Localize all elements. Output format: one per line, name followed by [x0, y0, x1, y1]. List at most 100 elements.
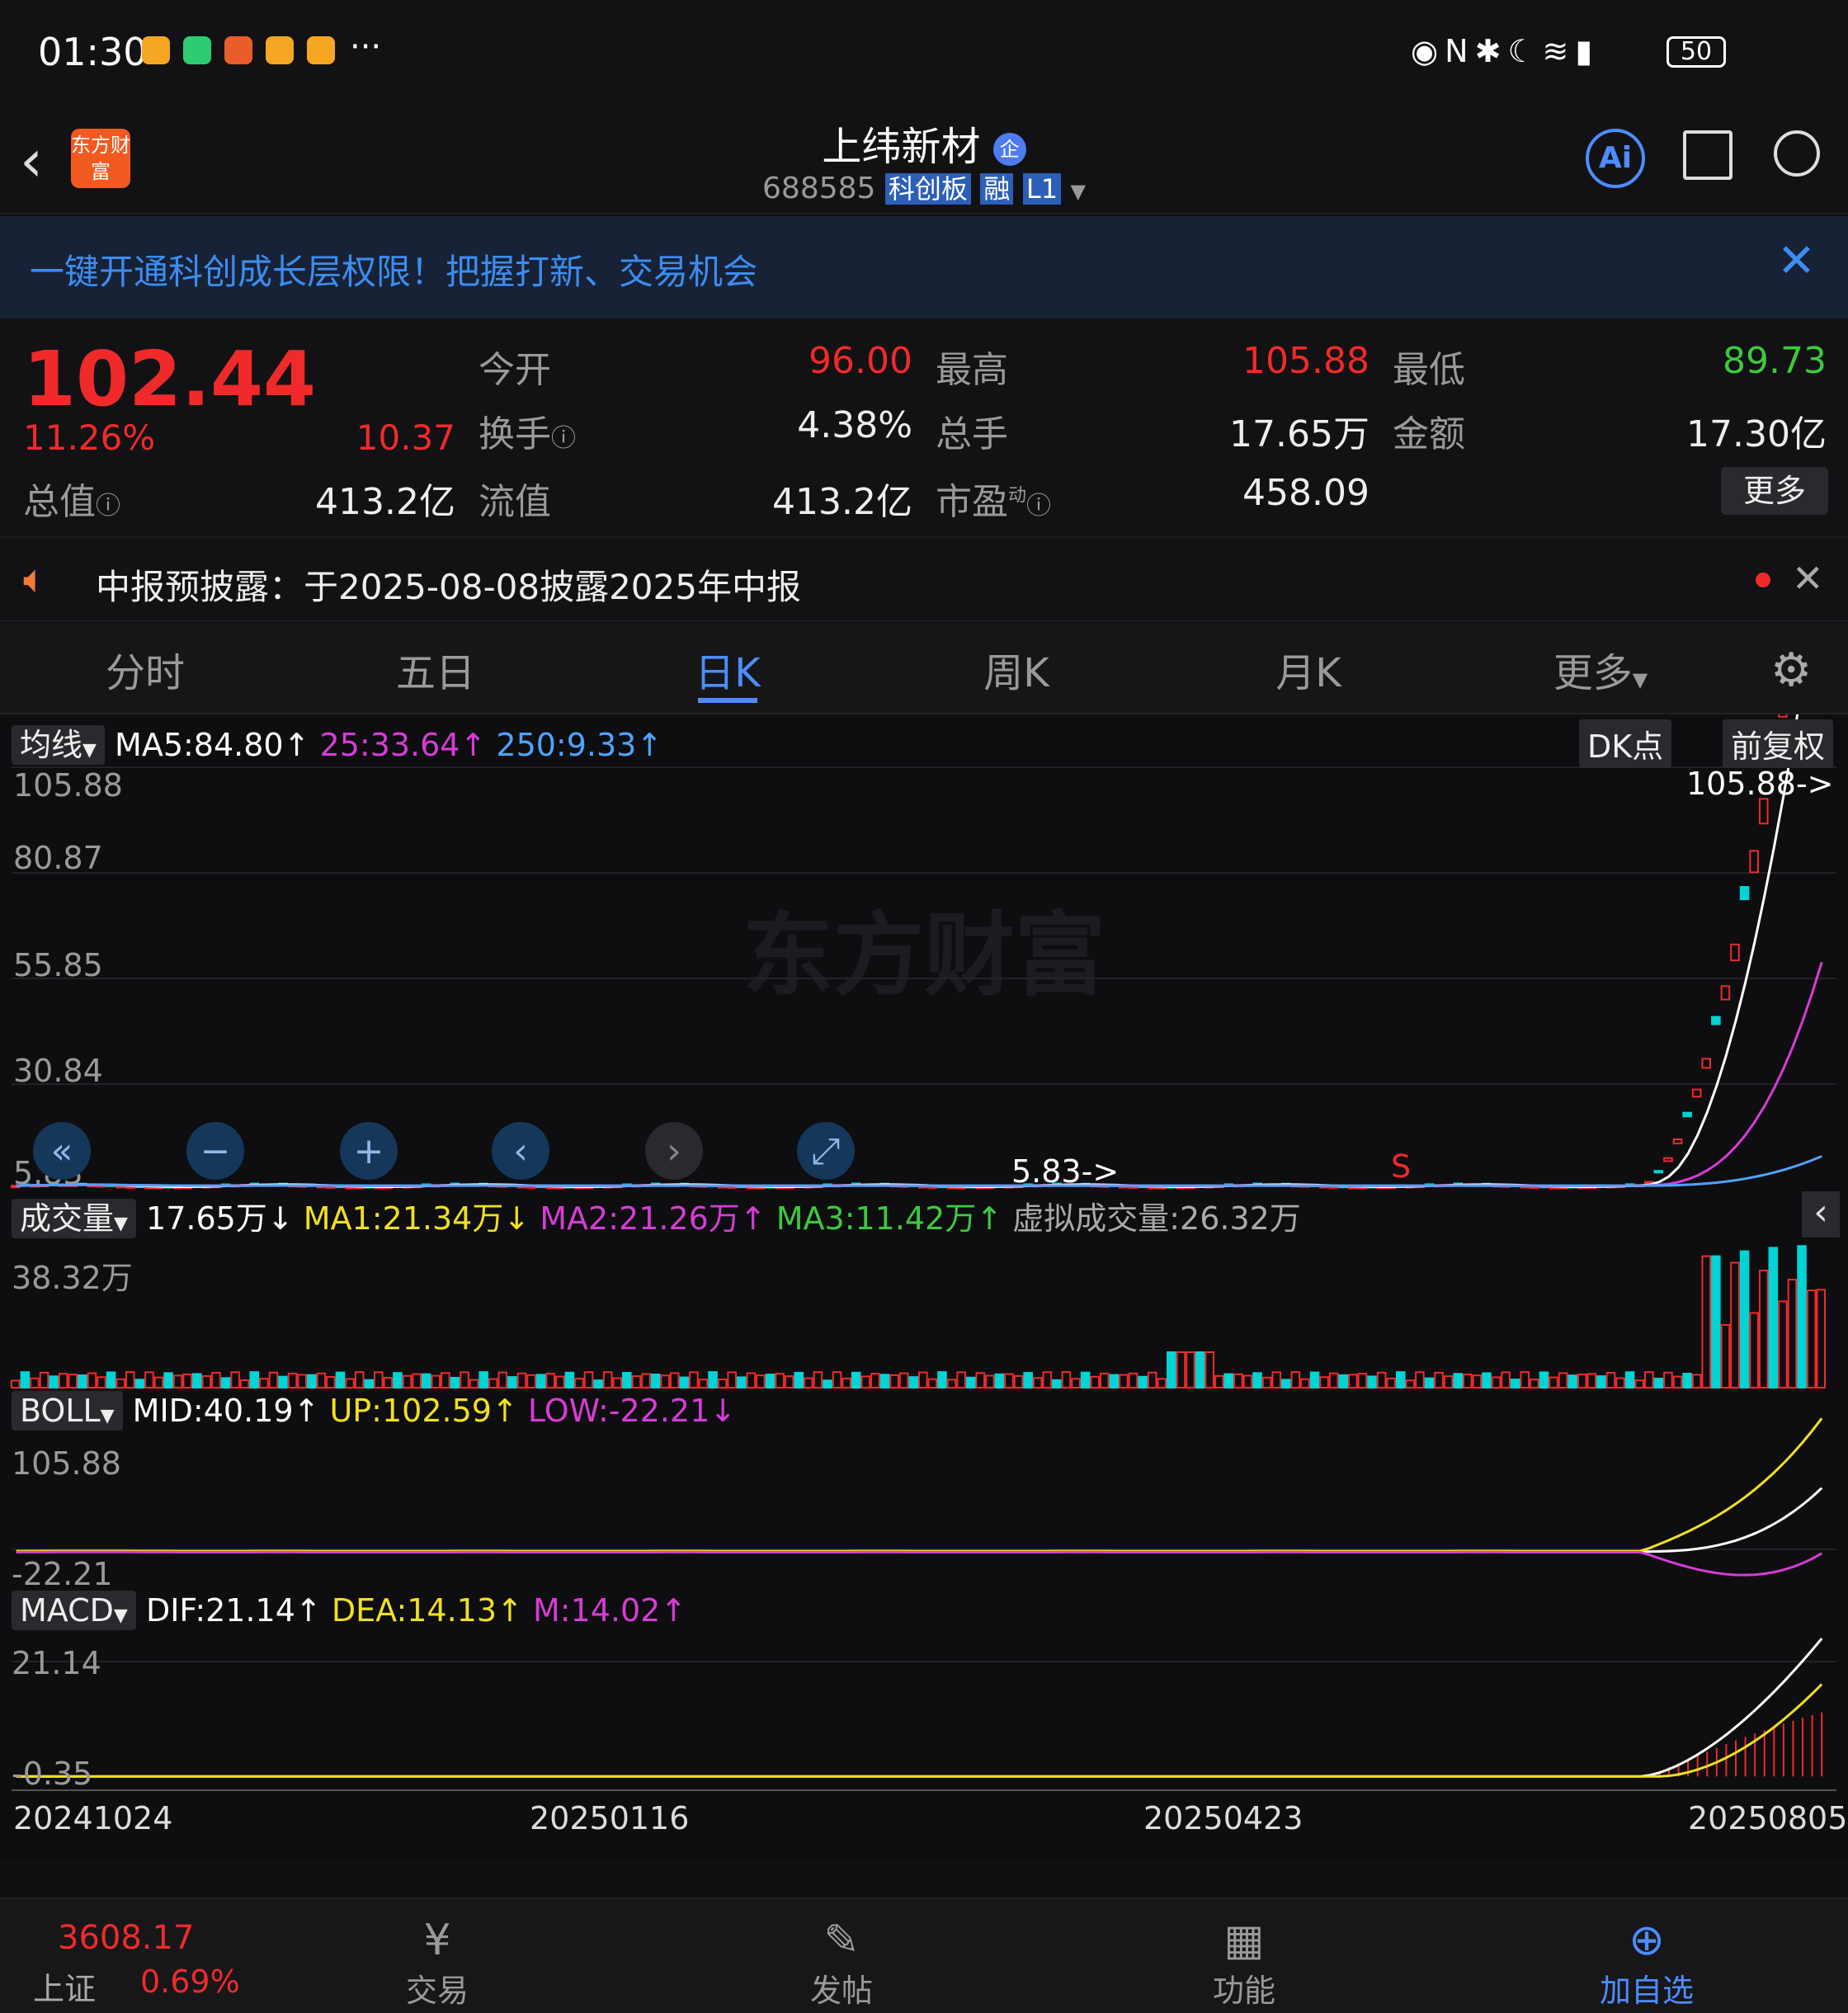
- tab-five-day[interactable]: 五日: [353, 640, 518, 698]
- volume-bar: [1128, 1372, 1138, 1388]
- volume-bar: [870, 1373, 880, 1388]
- tab-monthly-k[interactable]: 月K: [1226, 640, 1391, 698]
- high-value: 105.88: [1242, 340, 1370, 382]
- eye-icon: ◉: [1411, 33, 1445, 69]
- scroll-right-icon[interactable]: ›: [645, 1122, 703, 1180]
- volume-bar: [1405, 1379, 1416, 1388]
- nav-add-watchlist[interactable]: ⊕ 加自选: [1564, 1916, 1729, 2011]
- volume-bar: [1013, 1374, 1024, 1389]
- volume-bar: [421, 1373, 431, 1389]
- boll-indicator-select[interactable]: BOLL▼: [12, 1391, 123, 1431]
- search-icon[interactable]: [1774, 130, 1820, 177]
- adjust-button[interactable]: 前复权: [1723, 719, 1834, 768]
- volume-bar: [516, 1372, 527, 1389]
- volume-bar: [1472, 1374, 1483, 1388]
- notice-text[interactable]: 中报预披露：于2025-08-08披露2025年中报: [96, 559, 801, 610]
- tab-daily-k[interactable]: 日K: [645, 640, 810, 698]
- status-bar: 01:30 ··· ◉N✱☾≋▮ 50: [0, 0, 1848, 107]
- info-icon[interactable]: ⓘ: [551, 424, 576, 453]
- stock-title: 上纬新材 企: [0, 114, 1848, 172]
- nav-functions[interactable]: ▦ 功能: [1162, 1916, 1327, 2011]
- fullscreen-icon[interactable]: ⤢: [797, 1122, 855, 1180]
- tab-minute[interactable]: 分时: [63, 640, 228, 698]
- volume-bar: [784, 1375, 794, 1388]
- add-circle-icon: ⊕: [1629, 1916, 1665, 1965]
- vol-ma3: MA3:11.42万↑: [776, 1200, 1003, 1237]
- boll-up: UP:102.59↑: [329, 1393, 518, 1429]
- chart-canvas[interactable]: 东方财富: [0, 714, 1848, 1861]
- notice-bar[interactable]: 🔈︎ 中报预披露：于2025-08-08披露2025年中报 ✕: [0, 536, 1848, 622]
- volume-bar: [1186, 1351, 1195, 1388]
- level-tag: L1: [1022, 173, 1062, 205]
- macd-max-label: 21.14: [12, 1645, 101, 1681]
- volume-bar: [1204, 1351, 1214, 1388]
- close-icon[interactable]: ✕: [1792, 556, 1824, 601]
- volume-bar: [163, 1372, 173, 1389]
- dk-point-button[interactable]: DK点: [1579, 719, 1672, 768]
- y-label: 30.84: [13, 1053, 103, 1089]
- board-tag: 科创板: [884, 173, 971, 205]
- vol-ma1: MA1:21.34万↓: [303, 1200, 530, 1237]
- settings-gear-icon[interactable]: ⚙: [1770, 644, 1812, 697]
- close-icon[interactable]: ✕: [1777, 234, 1816, 288]
- zoom-in-icon[interactable]: +: [340, 1122, 398, 1180]
- info-icon[interactable]: ⓘ: [96, 492, 120, 521]
- info-icon[interactable]: ⓘ: [1026, 492, 1051, 521]
- nav-trade[interactable]: ¥ 交易: [355, 1916, 520, 2011]
- volume-bar: [1768, 1247, 1779, 1389]
- volume-bar: [898, 1372, 909, 1388]
- indicator-select[interactable]: 均线▼: [12, 725, 105, 765]
- tab-more[interactable]: 更多▼: [1518, 640, 1683, 698]
- volume-bar: [545, 1372, 556, 1389]
- volume-bar: [239, 1379, 250, 1388]
- volume-bar: [1605, 1371, 1616, 1388]
- macd-dea-line: [16, 1683, 1823, 1778]
- tab-weekly-k[interactable]: 周K: [934, 640, 1099, 698]
- collapse-arrow-icon[interactable]: ‹: [1802, 1191, 1840, 1238]
- candle: [1778, 714, 1788, 718]
- volume-bar: [1319, 1376, 1329, 1388]
- macd-indicator-select[interactable]: MACD▼: [12, 1591, 136, 1630]
- macd-dif: DIF:21.14↑: [145, 1592, 322, 1629]
- index-percent[interactable]: 0.69%: [140, 1964, 240, 2000]
- volume-bar: [1711, 1255, 1721, 1388]
- zoom-out-icon[interactable]: −: [186, 1122, 244, 1180]
- volume-bar: [1577, 1373, 1587, 1388]
- nav-post[interactable]: ✎ 发帖: [759, 1916, 924, 2011]
- high-label: 最高: [936, 349, 1008, 391]
- volume-bar: [994, 1373, 1005, 1389]
- volume-bar: [804, 1377, 813, 1389]
- volume-bar: [1739, 1250, 1750, 1389]
- volume-bar: [1568, 1374, 1577, 1389]
- share-icon[interactable]: [1683, 130, 1732, 180]
- y-label: 105.88: [13, 767, 123, 804]
- volume-bar: [172, 1374, 183, 1388]
- index-value[interactable]: 3608.17: [58, 1919, 194, 1957]
- period-tabs: 分时 五日 日K 周K 月K 更多▼ ⚙: [0, 624, 1848, 714]
- volume-bar: [20, 1371, 31, 1388]
- boll-legend: BOLL▼ MID:40.19↑ UP:102.59↑ LOW:-22.21↓: [12, 1391, 736, 1431]
- volume-bar: [49, 1375, 59, 1388]
- volume-bar: [775, 1373, 785, 1389]
- volume-bar: [1348, 1374, 1358, 1388]
- volume-bar: [927, 1378, 938, 1388]
- volume-bar: [650, 1373, 661, 1389]
- dropdown-icon[interactable]: ▼: [1071, 180, 1086, 203]
- volume-bar: [268, 1371, 279, 1388]
- macd-min-label: -0.35: [12, 1756, 93, 1792]
- volume-indicator-select[interactable]: 成交量▼: [12, 1199, 136, 1238]
- promo-banner[interactable]: 一键开通科创成长层权限！把握打新、交易机会 ✕: [0, 216, 1848, 318]
- index-name[interactable]: 上证: [33, 1964, 96, 2009]
- volume-bar: [1682, 1372, 1692, 1388]
- volume-bar: [1453, 1373, 1463, 1388]
- ma250-line: [16, 1155, 1822, 1187]
- volume-bar: [1271, 1371, 1281, 1388]
- more-button[interactable]: 更多: [1721, 467, 1828, 515]
- ai-icon[interactable]: Ai: [1586, 129, 1645, 188]
- fast-back-icon[interactable]: «: [33, 1122, 91, 1180]
- scroll-left-icon[interactable]: ‹: [492, 1122, 549, 1180]
- grid-icon: ▦: [1223, 1916, 1265, 1965]
- ma5-value: MA5:84.80↑: [115, 727, 310, 763]
- promo-text[interactable]: 一键开通科创成长层权限！把握打新、交易机会: [30, 244, 757, 295]
- y-label: 80.87: [13, 840, 103, 876]
